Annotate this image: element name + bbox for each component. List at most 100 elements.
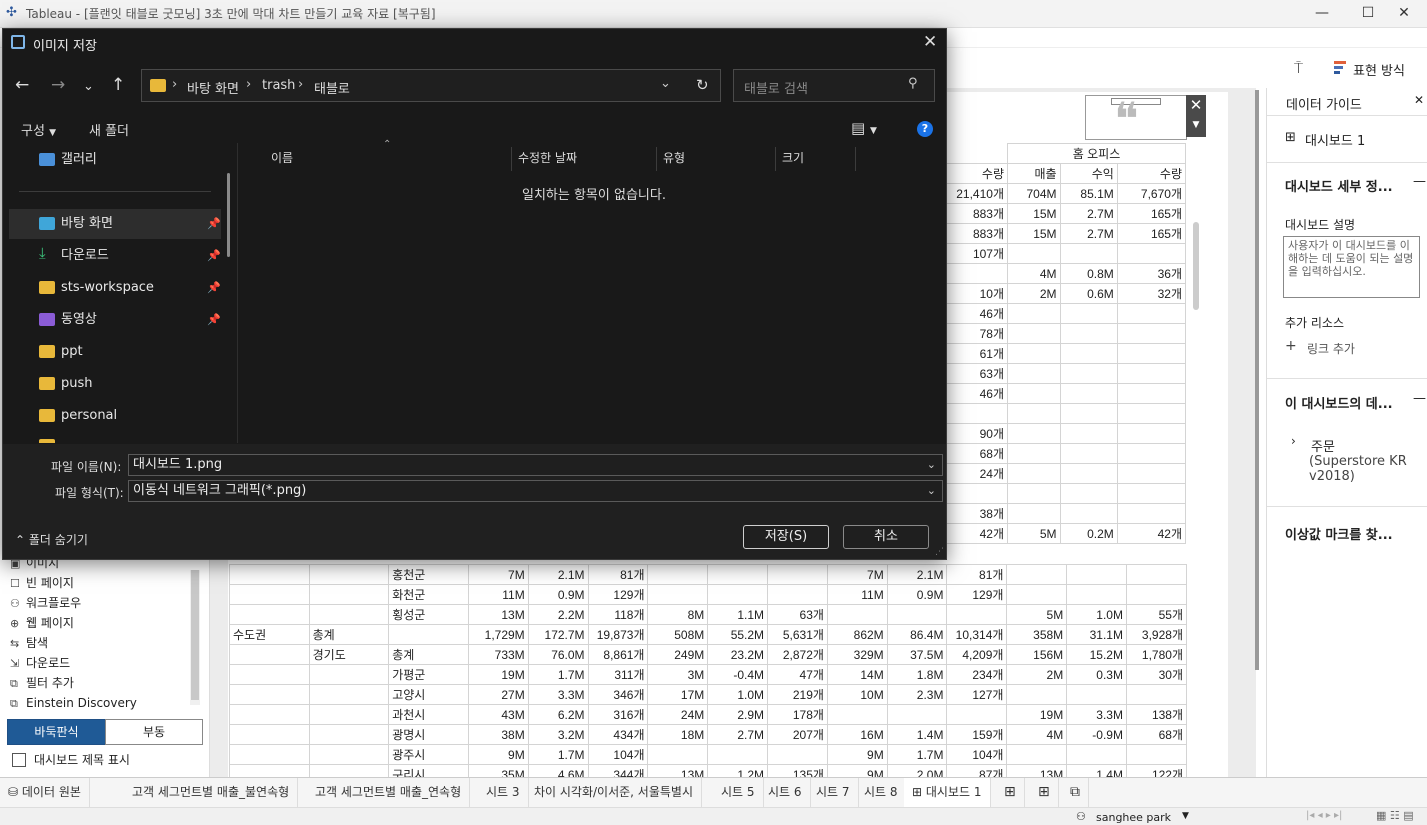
new-folder-button[interactable]: 새 폴더	[89, 120, 129, 139]
tiled-toggle[interactable]: 바둑판식	[7, 719, 106, 745]
filename-input[interactable]: 대시보드 1.png ⌄	[128, 454, 943, 476]
row-header	[229, 724, 310, 745]
chevron-down-icon[interactable]: ⌄	[660, 76, 671, 91]
table-row: 경기도 총계 733M 76.0M 8,861개 249M 23.2M 2,872개 329M 3…	[229, 644, 1188, 665]
plus-icon[interactable]: +	[1285, 338, 1297, 354]
table-scrollbar[interactable]	[1193, 222, 1199, 310]
highlight-pin-icon[interactable]: ⍑	[1294, 59, 1303, 77]
data-guide-tab[interactable]: 데이터 가이드	[1286, 94, 1362, 113]
cancel-button[interactable]: 취소	[843, 525, 929, 549]
objects-scrollbar[interactable]	[190, 570, 200, 705]
tab-sheet[interactable]: 시트 5	[713, 778, 764, 807]
details-header[interactable]: 대시보드 세부 정...	[1285, 176, 1393, 195]
refresh-icon[interactable]: ↻	[696, 76, 709, 94]
chevron-right-icon[interactable]: ›	[1291, 434, 1296, 448]
breadcrumb-item[interactable]: 바탕 화면	[187, 78, 239, 97]
table-cell: 234개	[946, 664, 1008, 685]
new-story-icon[interactable]: ⧉	[1062, 778, 1089, 807]
nav-item-downloads[interactable]: ⤓ 다운로드 📌	[9, 241, 221, 271]
row-header	[308, 604, 390, 625]
nav-item-videos[interactable]: 동영상 📌	[9, 305, 221, 335]
forward-icon[interactable]: →	[51, 75, 65, 95]
view-options-icon[interactable]: ▤ ▼	[851, 119, 877, 137]
nav-item-push[interactable]: push	[9, 369, 221, 399]
pin-icon[interactable]: 📌	[207, 209, 221, 239]
tab-sheet[interactable]: 시트 7	[808, 778, 859, 807]
breadcrumb-item[interactable]: trash	[262, 78, 295, 93]
minimize-button[interactable]: —	[1299, 0, 1345, 28]
pin-icon[interactable]: 📌	[207, 241, 221, 271]
table-cell: 68개	[946, 443, 1008, 464]
back-icon[interactable]: ←	[15, 75, 29, 95]
user-icon: ⚇	[1076, 810, 1086, 823]
user-name[interactable]: sanghee park	[1096, 811, 1171, 824]
nav-item-personal[interactable]: personal	[9, 401, 221, 431]
column-size[interactable]: 크기	[782, 149, 804, 171]
save-button[interactable]: 저장(S)	[743, 525, 829, 549]
new-sheet-icon[interactable]: ⊞	[996, 778, 1025, 807]
organize-button[interactable]: 구성 ▼	[21, 120, 56, 139]
sheet-nav-icon[interactable]: |◂ ◂ ▸ ▸|	[1306, 810, 1342, 821]
nav-item-ppt[interactable]: ppt	[9, 337, 221, 367]
object-blank[interactable]: ☐ 빈 페이지	[10, 573, 74, 593]
address-bar[interactable]: › 바탕 화면 › trash › 태블로 ⌄ ↻	[141, 69, 721, 102]
tab-sheet[interactable]: 고객 세그먼트별 매출_불연속형	[124, 778, 299, 807]
pin-icon[interactable]: 📌	[207, 273, 221, 303]
tab-data-source[interactable]: ⛁ 데이터 원본	[0, 778, 90, 807]
object-einstein[interactable]: ⧉ Einstein Discovery	[10, 693, 137, 713]
object-download[interactable]: ⇲ 다운로드	[10, 653, 70, 673]
view-toggle-icon[interactable]: ▦ ☷ ▤	[1376, 809, 1414, 822]
data-header[interactable]: 이 대시보드의 데...	[1285, 393, 1393, 412]
add-link-button[interactable]: 링크 추가	[1307, 340, 1355, 357]
search-field[interactable]: 태블로 검색 ⚲	[733, 69, 935, 102]
up-icon[interactable]: ↑	[111, 75, 125, 95]
tab-sheet[interactable]: 시트 8	[856, 778, 907, 807]
image-object[interactable]: ❝	[1085, 95, 1187, 142]
show-title-checkbox[interactable]	[12, 753, 26, 767]
nav-scrollbar[interactable]	[227, 173, 230, 257]
help-icon[interactable]: ?	[917, 121, 933, 137]
show-me-button[interactable]: 표현 방식	[1353, 60, 1405, 79]
datasource-name[interactable]: 주문	[1311, 436, 1335, 455]
tab-dashboard-1[interactable]: ⊞ 대시보드 1	[904, 778, 991, 807]
object-workflow[interactable]: ⚇ 워크플로우	[10, 593, 81, 613]
breadcrumb-item[interactable]: 태블로	[314, 78, 350, 97]
object-navigation[interactable]: ⇆ 탐색	[10, 633, 48, 653]
canvas-scrollbar[interactable]	[1255, 90, 1259, 670]
chevron-down-icon[interactable]: ▼	[1182, 811, 1189, 821]
table-cell: 46개	[946, 383, 1008, 404]
floating-toggle[interactable]: 부동	[105, 719, 203, 745]
pin-icon[interactable]: 📌	[207, 305, 221, 335]
table-cell: 19M	[467, 664, 529, 685]
tab-sheet[interactable]: 시트 6	[760, 778, 811, 807]
tab-sheet[interactable]: 차이 시각화/이서준, 서울특별시	[526, 778, 703, 807]
collapse-icon[interactable]: —	[1413, 174, 1426, 189]
resize-grip[interactable]: ⋰	[935, 547, 944, 557]
column-date[interactable]: 수정한 날짜	[518, 149, 577, 171]
chevron-down-icon[interactable]: ⌄	[927, 481, 936, 501]
tab-sheet[interactable]: 시트 3	[478, 778, 529, 807]
remove-object-icon[interactable]: ✕	[1186, 95, 1206, 115]
chevron-down-icon[interactable]: ⌄	[927, 455, 936, 475]
description-field[interactable]: 사용자가 이 대시보드를 이해하는 데 도움이 되는 설명을 입력하십시오.	[1283, 236, 1420, 298]
nav-item-desktop[interactable]: 바탕 화면 📌	[9, 209, 221, 239]
filetype-select[interactable]: 이동식 네트워크 그래픽(*.png) ⌄	[128, 480, 943, 502]
close-pane-icon[interactable]: ✕	[1414, 93, 1424, 107]
outlier-header[interactable]: 이상값 마크를 찾...	[1285, 524, 1393, 543]
hide-folders-button[interactable]: ⌃ 폴더 숨기기	[15, 531, 88, 548]
table-row: 고양시 27M 3.3M 346개 17M 1.0M 219개 10M 2.3M 127개	[229, 684, 1188, 705]
close-window-button[interactable]: ✕	[1381, 0, 1427, 28]
table-cell	[1007, 423, 1061, 444]
object-webpage[interactable]: ⊕ 웹 페이지	[10, 613, 74, 633]
new-dashboard-icon[interactable]: ⊞	[1030, 778, 1059, 807]
dialog-close-icon[interactable]: ✕	[923, 32, 937, 52]
more-options-icon[interactable]: ▼	[1186, 115, 1206, 135]
recent-dropdown-icon[interactable]: ⌄	[83, 79, 94, 94]
column-name[interactable]: 이름	[271, 149, 293, 171]
tab-sheet[interactable]: 고객 세그먼트별 매출_연속형	[307, 778, 471, 807]
collapse-icon[interactable]: —	[1413, 391, 1426, 406]
object-filter[interactable]: ⧉ 필터 추가	[10, 673, 74, 693]
nav-item-sts-workspace[interactable]: sts-workspace 📌	[9, 273, 221, 303]
nav-item-gallery[interactable]: 갤러리	[9, 145, 221, 175]
column-type[interactable]: 유형	[663, 149, 685, 171]
